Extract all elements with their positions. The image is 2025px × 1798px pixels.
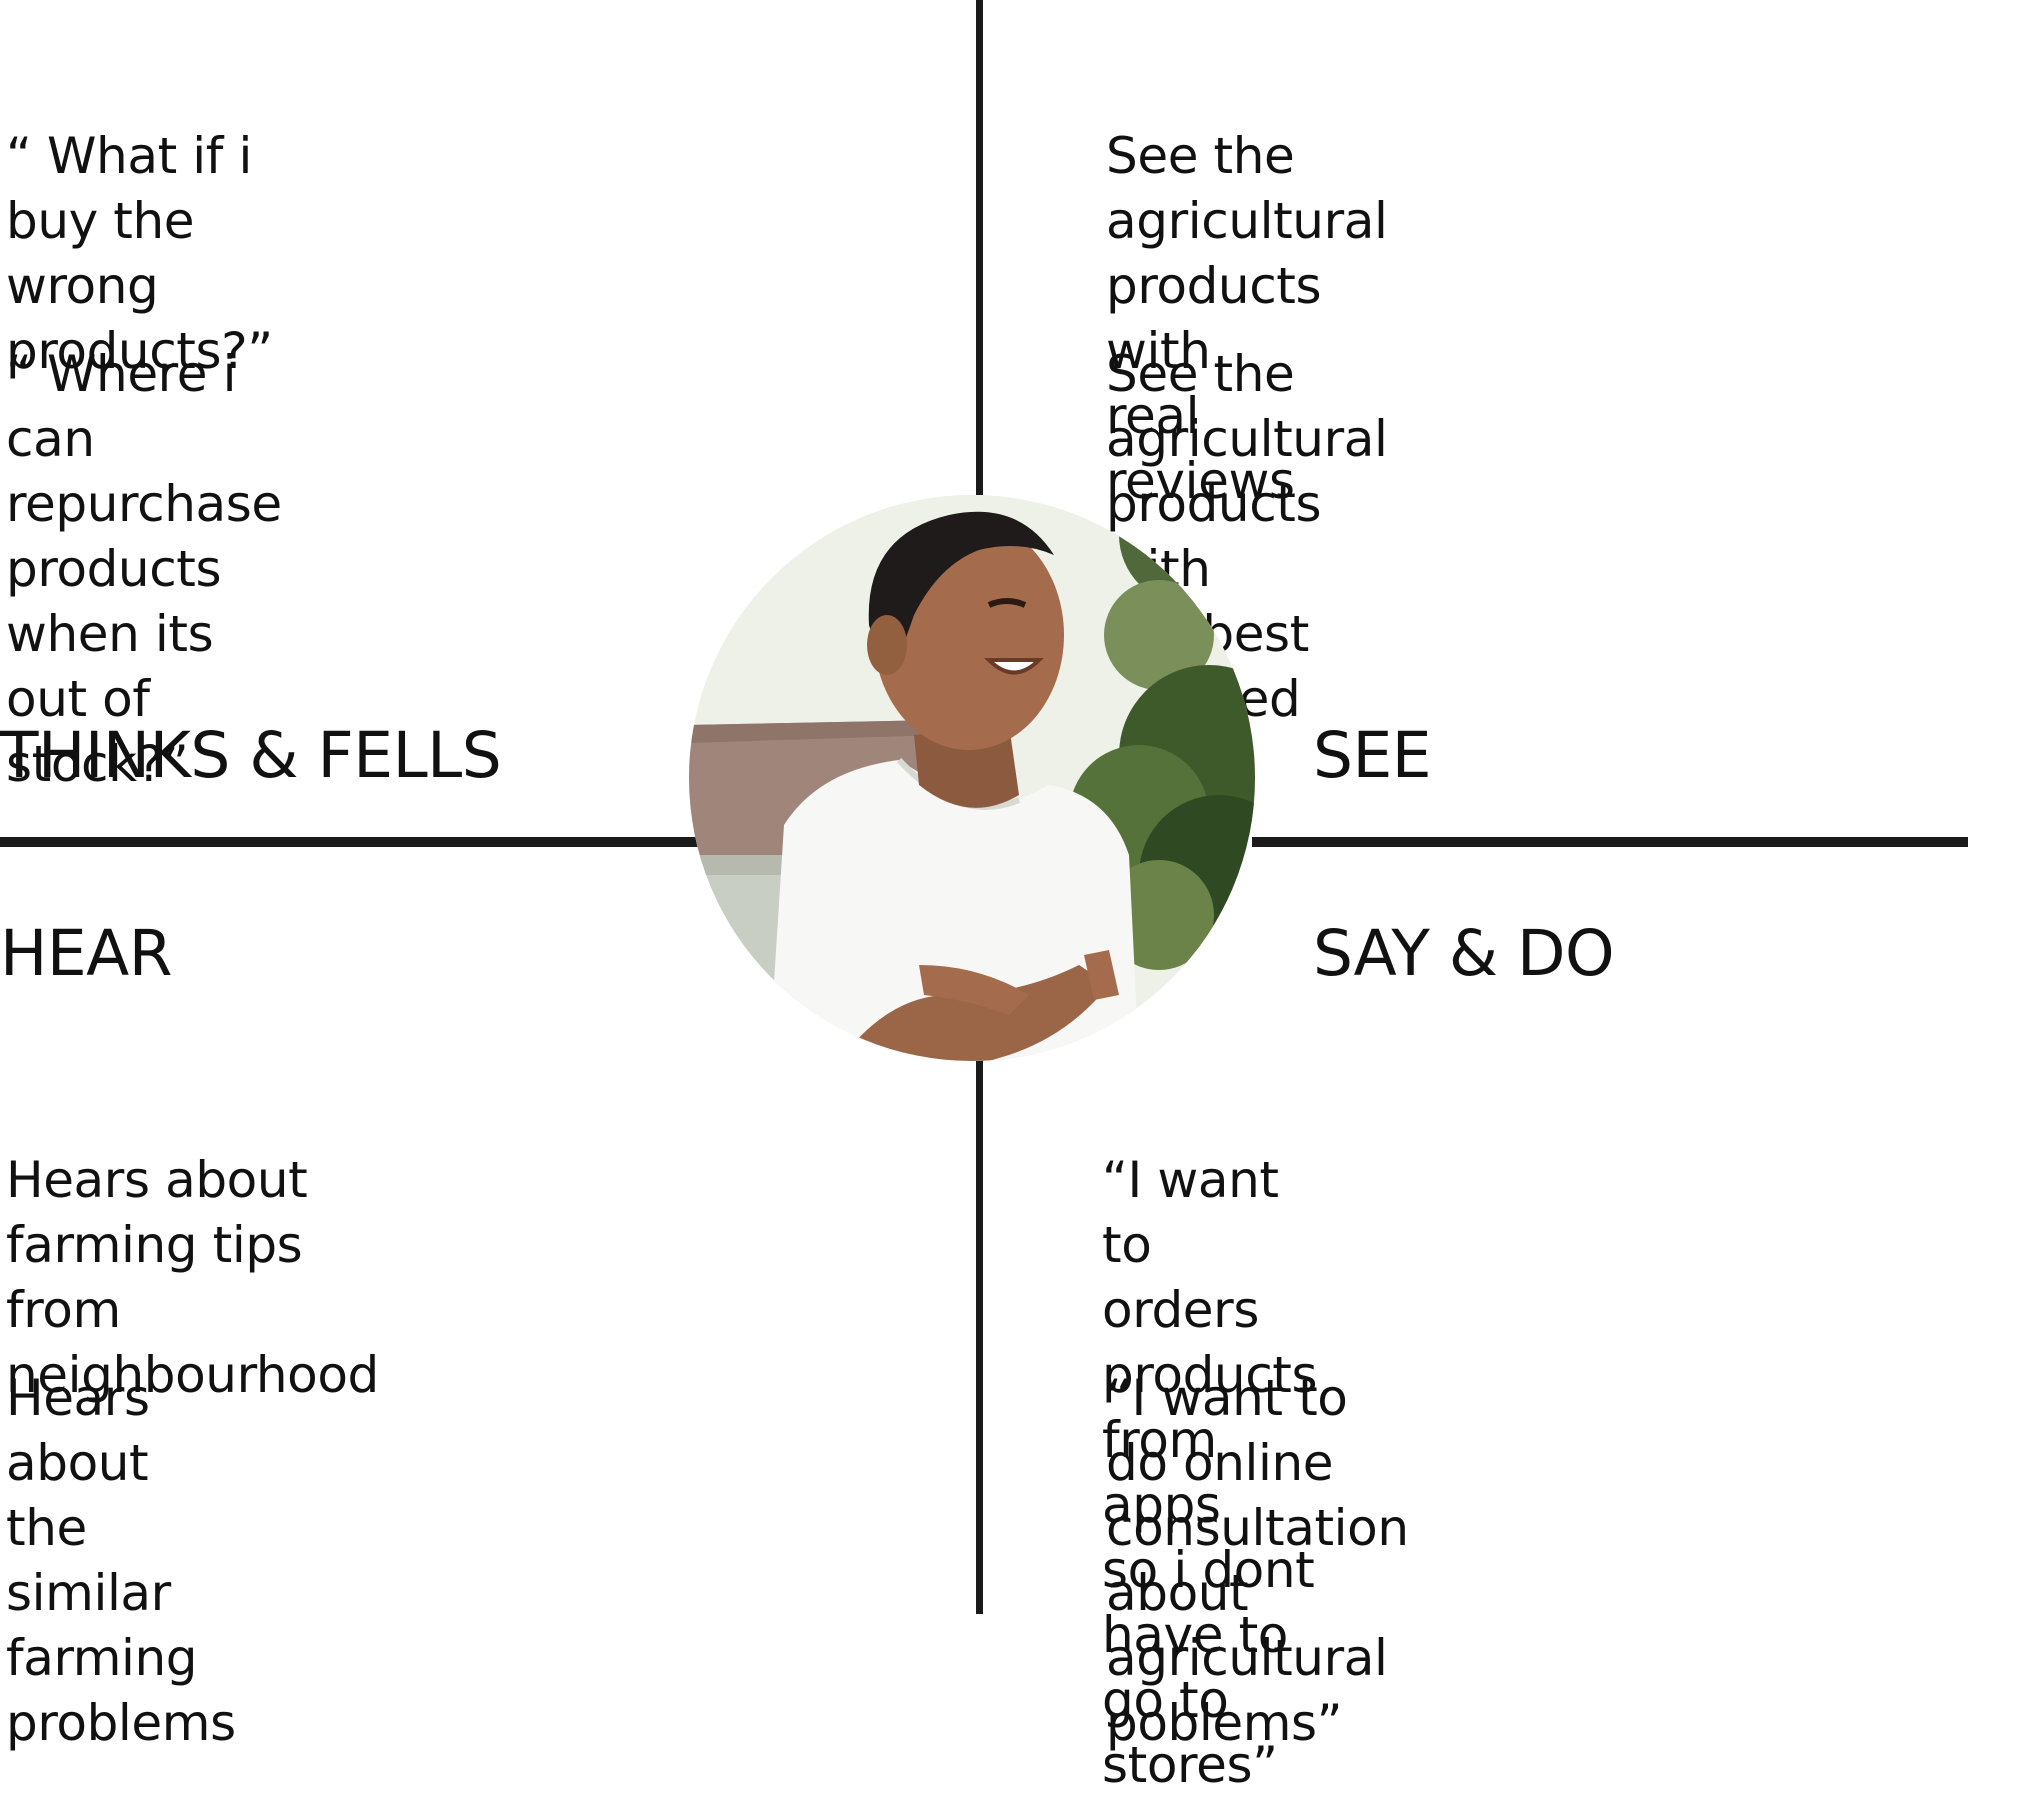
vertical-divider-top	[976, 0, 983, 495]
horizontal-divider-left	[0, 837, 700, 847]
hear-item-2: Hears about the similar farming problems	[6, 1369, 236, 1752]
hear-heading: HEAR	[0, 917, 173, 990]
see-heading: SEE	[1313, 719, 1432, 792]
thinks-feels-heading: THINKS & FELLS	[0, 719, 502, 792]
say-do-heading: SAY & DO	[1313, 917, 1615, 990]
say-do-item-2: “I want to do online consultation about …	[1106, 1369, 1409, 1752]
vertical-divider-bottom	[976, 1055, 983, 1614]
horizontal-divider-right	[1252, 837, 1968, 847]
persona-illustration	[689, 495, 1255, 1061]
persona-photo	[689, 495, 1255, 1061]
